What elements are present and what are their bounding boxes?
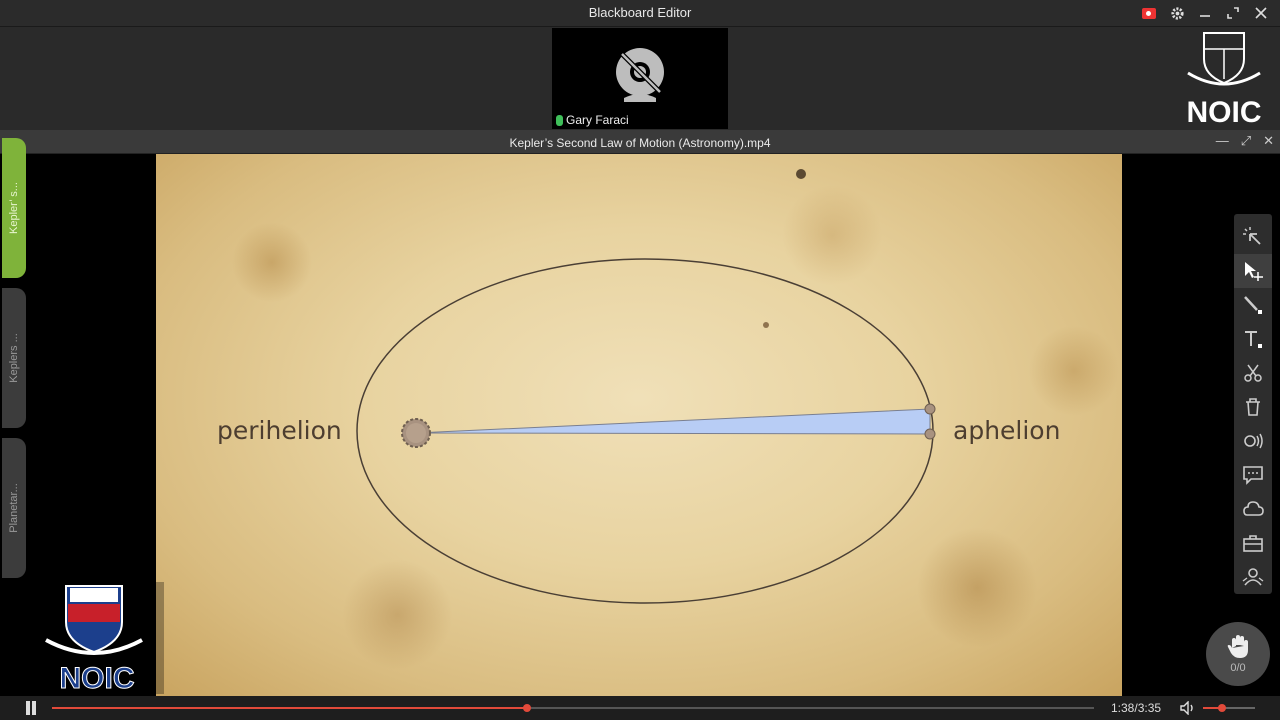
noic-watermark: NOIC (30, 582, 164, 696)
restore-icon[interactable] (1222, 3, 1244, 23)
pen-icon[interactable] (1234, 288, 1272, 322)
video-frame[interactable]: perihelion aphelion (156, 154, 1122, 696)
planet-marker-1 (924, 403, 936, 415)
expand-icon[interactable]: ⤢ (1241, 133, 1251, 149)
hand-icon (1227, 635, 1248, 658)
tab-keplers[interactable]: Keplers ... (2, 288, 26, 428)
window-controls (1138, 3, 1272, 23)
time-display: 1:38/3:35 (1111, 701, 1162, 715)
select-move-icon[interactable] (1234, 254, 1272, 288)
video-title: Kepler’s Second Law of Motion (Astronomy… (509, 136, 771, 150)
trash-icon[interactable] (1234, 390, 1272, 424)
minimize-icon[interactable] (1194, 3, 1216, 23)
toolbox-icon[interactable] (1234, 526, 1272, 560)
volume-handle[interactable] (1218, 704, 1227, 712)
participants-icon[interactable] (1234, 560, 1272, 594)
record-icon[interactable] (1138, 3, 1160, 23)
noic-logo: NOIC (1182, 29, 1266, 129)
aphelion-label: aphelion (953, 416, 1061, 445)
participant-label: Gary Faraci (556, 113, 629, 127)
video-window-controls: — ⤢ ✕ (1216, 133, 1274, 149)
sun-core (406, 423, 426, 443)
planet-marker-2 (924, 428, 936, 440)
broadcast-icon[interactable] (1234, 424, 1272, 458)
chat-icon[interactable] (1234, 458, 1272, 492)
close-icon[interactable] (1250, 3, 1272, 23)
seek-handle[interactable] (523, 704, 532, 712)
app-title: Blackboard Editor (588, 5, 692, 20)
camera-off-icon (616, 48, 664, 102)
video-window: Kepler’s Second Law of Motion (Astronomy… (0, 130, 1280, 720)
app-window: Blackboard Editor Gary Faraci NOIC Keple… (0, 0, 1280, 720)
perihelion-label: perihelion (217, 416, 342, 445)
seek-bar[interactable] (52, 704, 1094, 712)
close-icon[interactable]: ✕ (1263, 133, 1274, 149)
tab-label: Kepler’ s... (8, 182, 20, 234)
text-icon[interactable] (1234, 322, 1272, 356)
microphone-icon (556, 114, 563, 126)
pause-icon[interactable] (24, 701, 38, 715)
minimize-icon[interactable]: — (1216, 133, 1229, 149)
participant-video-tile[interactable]: Gary Faraci (552, 28, 728, 129)
settings-gear-icon[interactable] (1166, 3, 1188, 23)
annotation-toolbar (1234, 214, 1272, 594)
playback-bar: 1:38/3:35 (0, 696, 1280, 720)
swept-area (415, 408, 931, 435)
crest-icon (1187, 32, 1261, 86)
raise-hand-button[interactable]: 0/0 (1206, 622, 1270, 686)
tab-planetary[interactable]: Planetar... (2, 438, 26, 578)
tab-label: Keplers ... (8, 333, 20, 383)
scissors-icon[interactable] (1234, 356, 1272, 390)
title-bar: Blackboard Editor (0, 0, 1280, 27)
participant-name: Gary Faraci (566, 113, 629, 127)
tab-label: Planetar... (8, 483, 20, 533)
seek-progress (52, 707, 528, 709)
hand-raise-count: 0/0 (1230, 662, 1246, 674)
cloud-icon[interactable] (1234, 492, 1272, 526)
volume-icon[interactable] (1180, 701, 1196, 715)
brand-name-bottom: NOIC (60, 662, 135, 694)
laser-pointer-icon[interactable] (1234, 220, 1272, 254)
participants-strip: Gary Faraci NOIC (0, 27, 1280, 130)
stain-dot (763, 322, 769, 328)
stain-dot (796, 169, 806, 179)
tab-keplers-second-law[interactable]: Kepler’ s... (2, 138, 26, 278)
volume-slider[interactable] (1203, 704, 1255, 712)
brand-name: NOIC (1186, 96, 1262, 129)
video-header: Kepler’s Second Law of Motion (Astronomy… (0, 130, 1280, 154)
crest-icon: NOIC (45, 585, 143, 696)
